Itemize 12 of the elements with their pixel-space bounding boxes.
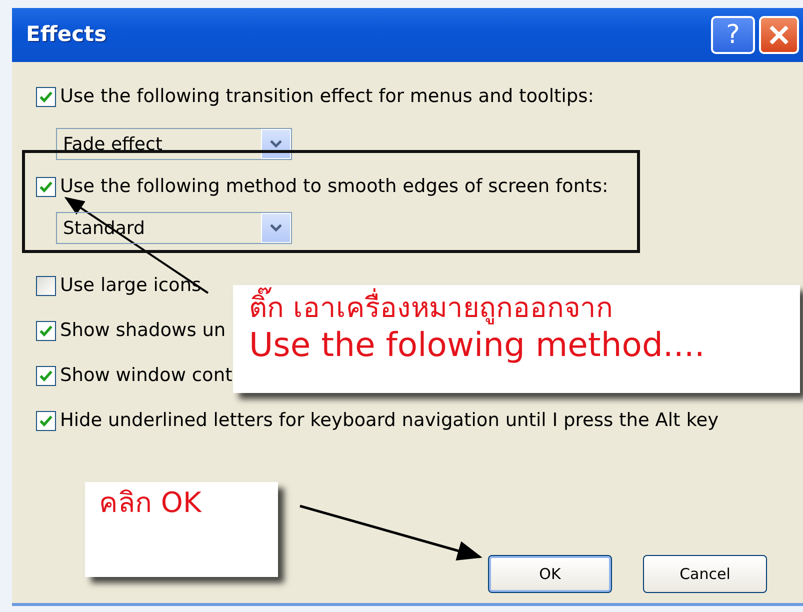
checkbox-label: Show window cont: [60, 364, 232, 388]
checkbox-label: Use the following transition effect for menus and tooltips:: [60, 85, 594, 110]
window-title: Effects: [26, 21, 108, 48]
checkbox-label: Hide underlined letters for keyboard navigation until I press the Alt key: [60, 409, 719, 434]
checkbox-label: Show shadows un: [60, 319, 226, 344]
help-button[interactable]: ?: [711, 16, 755, 54]
dropdown[interactable]: Fade effect: [56, 128, 292, 160]
annotation-text: Use the folowing method....: [249, 324, 706, 364]
checkbox-label: Use the following method to smooth edges of screen fonts:: [60, 175, 608, 200]
dialog-button[interactable]: OK: [488, 555, 612, 593]
annotation-text: คลิก OK: [99, 486, 203, 520]
dialog-button[interactable]: Cancel: [643, 555, 767, 593]
